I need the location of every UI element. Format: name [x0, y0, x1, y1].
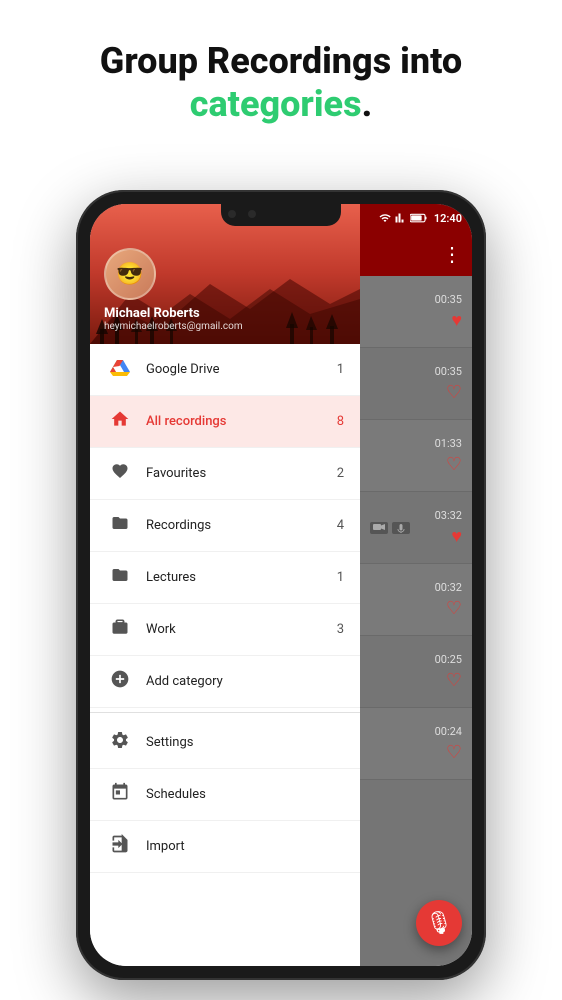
sidebar-item-count: 2	[337, 466, 344, 481]
drawer-user-info: 😎 Michael Roberts heymichaelroberts@gmai…	[104, 248, 346, 332]
sidebar-item-label: Work	[146, 622, 337, 637]
favourite-icon[interactable]: ♡	[446, 598, 462, 619]
sidebar-item-count: 8	[337, 414, 344, 429]
header-dot: .	[362, 83, 373, 125]
calendar-icon	[106, 782, 134, 807]
favourite-icon[interactable]: ♥	[451, 310, 462, 331]
rec-item-right: 00:32 ♡	[435, 581, 462, 619]
sidebar-item-all-recordings[interactable]: All recordings 8	[90, 396, 360, 448]
menu-divider	[90, 712, 360, 713]
user-email: heymichaelroberts@gmail.com	[104, 321, 346, 332]
camera-left	[228, 210, 236, 218]
overflow-menu-button[interactable]: ⋮	[442, 242, 462, 266]
status-bar: 12:40	[360, 204, 472, 232]
rec-item-right: 01:33 ♡	[435, 437, 462, 475]
header-line2: categories.	[60, 83, 502, 125]
favourite-icon[interactable]: ♡	[446, 670, 462, 691]
sidebar-item-work[interactable]: Work 3	[90, 604, 360, 656]
drawer-menu: Google Drive 1 All recordings 8 Fa	[90, 344, 360, 966]
folder-icon	[106, 514, 134, 537]
recording-item[interactable]: 00:25 ♡	[360, 636, 472, 708]
mic-icon: 🎙	[425, 911, 453, 936]
sidebar-item-schedules[interactable]: Schedules	[90, 769, 360, 821]
sidebar-item-import[interactable]: Import	[90, 821, 360, 873]
header-green-text: categories	[190, 83, 362, 125]
recording-item[interactable]: 00:24 ♡	[360, 708, 472, 780]
rec-type-icon	[392, 522, 410, 534]
sidebar-item-count: 3	[337, 622, 344, 637]
battery-icon	[410, 213, 428, 223]
phone-screen: 😎 Michael Roberts heymichaelroberts@gmai…	[90, 204, 472, 966]
sidebar-item-settings[interactable]: Settings	[90, 717, 360, 769]
signal-icon	[395, 212, 407, 224]
camera-right	[248, 210, 256, 218]
drive-icon	[106, 358, 134, 381]
sidebar-item-lectures[interactable]: Lectures 1	[90, 552, 360, 604]
sidebar-item-count: 1	[337, 362, 344, 377]
rec-item-right: 00:35 ♡	[435, 365, 462, 403]
avatar: 😎	[104, 248, 156, 300]
rec-item-right: 03:32 ♥	[435, 509, 462, 547]
sidebar-item-label: Lectures	[146, 570, 337, 585]
sidebar-item-count: 4	[337, 518, 344, 533]
sidebar-item-label: Recordings	[146, 518, 337, 533]
heart-icon	[106, 462, 134, 485]
sidebar-item-label: Import	[146, 839, 344, 854]
favourite-icon[interactable]: ♡	[446, 454, 462, 475]
app-bar: ⋮	[360, 232, 472, 276]
page-header: Group Recordings into categories.	[0, 0, 562, 155]
sidebar-item-favourites[interactable]: Favourites 2	[90, 448, 360, 500]
recording-item[interactable]: 00:35 ♥	[360, 276, 472, 348]
recording-list: 00:35 ♥ 00:35 ♡ 01:33	[360, 276, 472, 966]
sidebar-item-label: Settings	[146, 735, 344, 750]
sidebar-item-count: 1	[337, 570, 344, 585]
briefcase-icon	[106, 618, 134, 641]
rec-item-right: 00:25 ♡	[435, 653, 462, 691]
favourite-icon[interactable]: ♥	[451, 526, 462, 547]
record-fab[interactable]: 🎙	[416, 900, 462, 946]
recording-item[interactable]: 03:32 ♥	[360, 492, 472, 564]
recording-item[interactable]: 00:32 ♡	[360, 564, 472, 636]
recording-item[interactable]: 01:33 ♡	[360, 420, 472, 492]
sidebar-item-add-category[interactable]: Add category	[90, 656, 360, 708]
phone-frame: 😎 Michael Roberts heymichaelroberts@gmai…	[76, 190, 486, 980]
header-line1-text: Group Recordings into	[100, 40, 462, 82]
status-icons	[378, 212, 428, 224]
user-name: Michael Roberts	[104, 306, 346, 321]
sidebar-item-recordings[interactable]: Recordings 4	[90, 500, 360, 552]
rec-item-right: 00:35 ♥	[435, 293, 462, 331]
header-line1: Group Recordings into	[60, 40, 502, 83]
rec-item-right: 00:24 ♡	[435, 725, 462, 763]
home-icon	[106, 409, 134, 434]
rec-type-icons	[370, 522, 410, 534]
recording-item[interactable]: 00:35 ♡	[360, 348, 472, 420]
sidebar-item-google-drive[interactable]: Google Drive 1	[90, 344, 360, 396]
sidebar-item-label: Add category	[146, 674, 344, 689]
phone-notch	[221, 204, 341, 226]
sidebar-item-label: Favourites	[146, 466, 337, 481]
main-content-panel: 12:40 ⋮ 00:35 ♥	[360, 204, 472, 966]
sidebar-item-label: Google Drive	[146, 362, 337, 377]
import-icon	[106, 834, 134, 859]
gear-icon	[106, 730, 134, 755]
favourite-icon[interactable]: ♡	[446, 742, 462, 763]
sidebar-item-label: All recordings	[146, 414, 337, 429]
navigation-drawer: 😎 Michael Roberts heymichaelroberts@gmai…	[90, 204, 360, 966]
favourite-icon[interactable]: ♡	[446, 382, 462, 403]
rec-type-icon	[370, 522, 388, 534]
folder-icon-lectures	[106, 566, 134, 589]
sidebar-item-label: Schedules	[146, 787, 344, 802]
add-circle-icon	[106, 669, 134, 694]
wifi-icon	[378, 212, 392, 224]
status-bar-time: 12:40	[434, 212, 462, 225]
